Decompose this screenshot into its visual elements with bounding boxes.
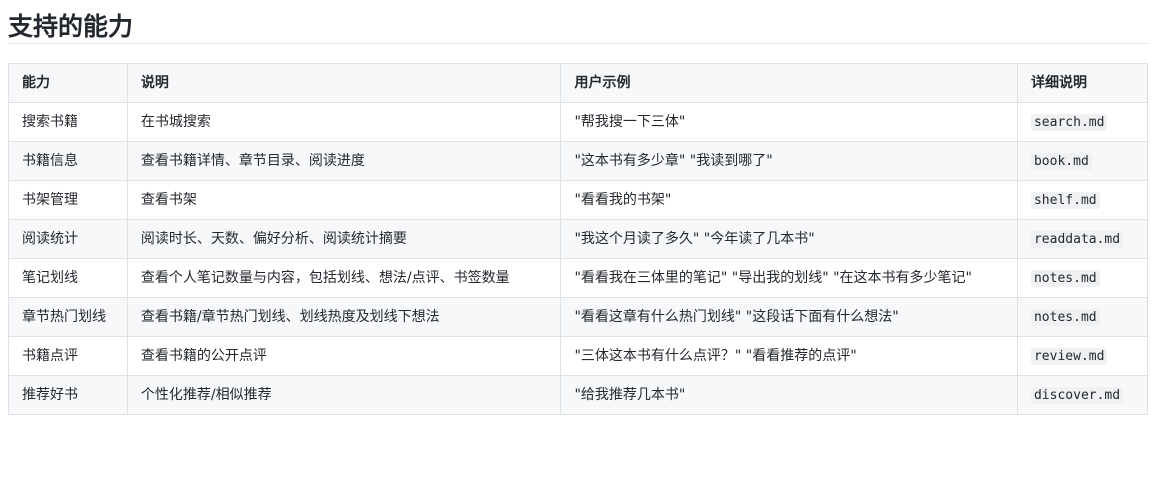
doc-filename: book.md — [1030, 152, 1092, 170]
cell-description: 查看个人笔记数量与内容，包括划线、想法/点评、书签数量 — [126, 258, 562, 298]
cell-doc: shelf.md — [1016, 180, 1149, 220]
table-row: 书架管理 查看书架 "看看我的书架" shelf.md — [8, 180, 1149, 220]
cell-doc: readdata.md — [1016, 219, 1149, 259]
doc-filename: notes.md — [1030, 308, 1100, 326]
doc-filename: shelf.md — [1030, 191, 1100, 209]
page-content: 支持的能力 能力 说明 用户示例 详细说明 搜索书籍 在书城搜索 "帮我搜一下三… — [8, 0, 1149, 415]
section-heading: 支持的能力 — [8, 0, 1148, 44]
cell-doc: notes.md — [1016, 258, 1149, 298]
cell-example: "看看这章有什么热门划线" "这段话下面有什么想法" — [560, 297, 1018, 337]
doc-filename: search.md — [1030, 113, 1108, 131]
cell-example: "看看我在三体里的笔记" "导出我的划线" "在这本书有多少笔记" — [560, 258, 1018, 298]
cell-example: "给我推荐几本书" — [560, 375, 1018, 415]
table-row: 阅读统计 阅读时长、天数、偏好分析、阅读统计摘要 "我这个月读了多久" "今年读… — [8, 219, 1149, 259]
cell-description: 阅读时长、天数、偏好分析、阅读统计摘要 — [126, 219, 562, 259]
cell-doc: notes.md — [1016, 297, 1149, 337]
header-description: 说明 — [126, 63, 562, 103]
capabilities-table: 能力 说明 用户示例 详细说明 搜索书籍 在书城搜索 "帮我搜一下三体" sea… — [8, 63, 1149, 415]
cell-capability: 章节热门划线 — [8, 297, 128, 337]
cell-description: 查看书架 — [126, 180, 562, 220]
cell-capability: 阅读统计 — [8, 219, 128, 259]
cell-capability: 搜索书籍 — [8, 102, 128, 142]
table-row: 书籍信息 查看书籍详情、章节目录、阅读进度 "这本书有多少章" "我读到哪了" … — [8, 141, 1149, 181]
cell-doc: search.md — [1016, 102, 1149, 142]
cell-description: 查看书籍的公开点评 — [126, 336, 562, 376]
doc-filename: review.md — [1030, 347, 1108, 365]
table-header-row: 能力 说明 用户示例 详细说明 — [8, 63, 1149, 103]
cell-example: "看看我的书架" — [560, 180, 1018, 220]
header-doc: 详细说明 — [1016, 63, 1149, 103]
cell-description: 个性化推荐/相似推荐 — [126, 375, 562, 415]
header-capability: 能力 — [8, 63, 128, 103]
cell-capability: 笔记划线 — [8, 258, 128, 298]
cell-example: "帮我搜一下三体" — [560, 102, 1018, 142]
cell-doc: discover.md — [1016, 375, 1149, 415]
cell-capability: 书籍点评 — [8, 336, 128, 376]
cell-capability: 推荐好书 — [8, 375, 128, 415]
cell-doc: review.md — [1016, 336, 1149, 376]
table-row: 笔记划线 查看个人笔记数量与内容，包括划线、想法/点评、书签数量 "看看我在三体… — [8, 258, 1149, 298]
cell-description: 在书城搜索 — [126, 102, 562, 142]
cell-capability: 书架管理 — [8, 180, 128, 220]
table-row: 推荐好书 个性化推荐/相似推荐 "给我推荐几本书" discover.md — [8, 375, 1149, 415]
cell-description: 查看书籍详情、章节目录、阅读进度 — [126, 141, 562, 181]
cell-description: 查看书籍/章节热门划线、划线热度及划线下想法 — [126, 297, 562, 337]
header-example: 用户示例 — [560, 63, 1018, 103]
doc-filename: discover.md — [1030, 386, 1124, 404]
cell-example: "三体这本书有什么点评？" "看看推荐的点评" — [560, 336, 1018, 376]
table-row: 章节热门划线 查看书籍/章节热门划线、划线热度及划线下想法 "看看这章有什么热门… — [8, 297, 1149, 337]
cell-example: "这本书有多少章" "我读到哪了" — [560, 141, 1018, 181]
cell-capability: 书籍信息 — [8, 141, 128, 181]
table-row: 书籍点评 查看书籍的公开点评 "三体这本书有什么点评？" "看看推荐的点评" r… — [8, 336, 1149, 376]
cell-doc: book.md — [1016, 141, 1149, 181]
doc-filename: readdata.md — [1030, 230, 1124, 248]
table-row: 搜索书籍 在书城搜索 "帮我搜一下三体" search.md — [8, 102, 1149, 142]
cell-example: "我这个月读了多久" "今年读了几本书" — [560, 219, 1018, 259]
doc-filename: notes.md — [1030, 269, 1100, 287]
